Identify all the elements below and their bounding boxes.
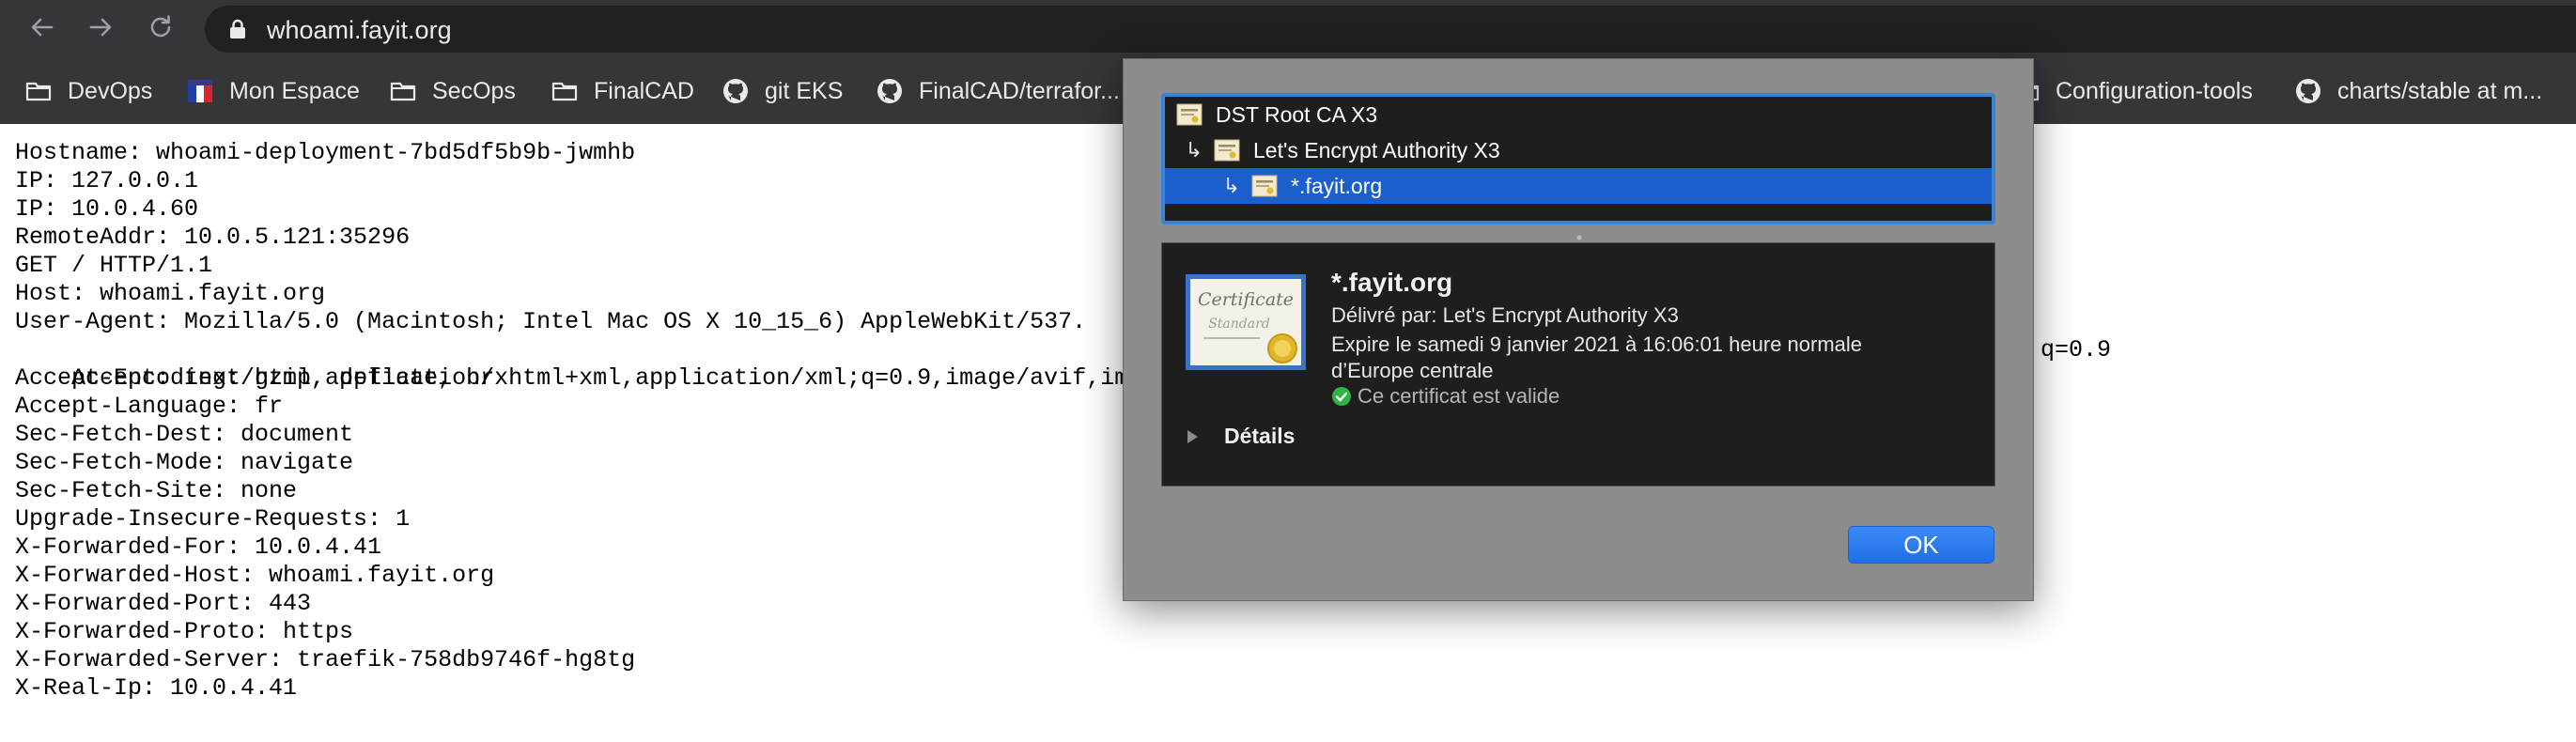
bookmark-finalcad[interactable]: FinalCAD <box>551 72 694 110</box>
disclosure-triangle-icon <box>1183 427 1202 446</box>
github-icon <box>876 77 904 105</box>
bookmark-git-eks[interactable]: git EKS <box>722 72 843 110</box>
certificate-dialog: DST Root CA X3 ↳ Let's Encrypt Authority… <box>1123 58 2034 601</box>
certificate-icon <box>1251 175 1278 197</box>
github-icon <box>2294 77 2322 105</box>
back-button[interactable] <box>21 8 64 51</box>
bookmark-charts-stable[interactable]: charts/stable at m... <box>2294 72 2542 110</box>
certificate-chain: DST Root CA X3 ↳ Let's Encrypt Authority… <box>1161 93 1995 224</box>
accept-line-tail: q=0.9 <box>2041 336 2112 363</box>
chain-item-root[interactable]: DST Root CA X3 <box>1165 97 1992 132</box>
certificate-icon <box>1176 103 1203 126</box>
browser-toolbar: whoami.fayit.org <box>0 0 2576 58</box>
chain-item-intermediate[interactable]: ↳ Let's Encrypt Authority X3 <box>1165 132 1992 168</box>
certificate-icon <box>1214 139 1240 162</box>
check-circle-icon <box>1331 386 1352 407</box>
header-line: X-Real-Ip: 10.0.4.41 <box>15 674 298 702</box>
address-bar[interactable]: whoami.fayit.org <box>205 6 2576 53</box>
bookmark-mon-espace[interactable]: Mon Espace <box>186 72 360 110</box>
flag-icon <box>186 77 214 105</box>
reload-icon <box>147 13 175 46</box>
svg-text:Certificate: Certificate <box>1198 289 1294 310</box>
details-disclosure[interactable]: Détails <box>1183 424 1295 449</box>
ok-button[interactable]: OK <box>1848 526 1994 564</box>
chain-item-leaf[interactable]: ↳ *.fayit.org <box>1165 168 1992 204</box>
bookmark-configuration-tools[interactable]: Configuration-tools <box>2012 72 2253 110</box>
folder-icon <box>389 77 417 105</box>
svg-text:Standard: Standard <box>1208 317 1270 332</box>
bookmark-finalcad-terraform[interactable]: FinalCAD/terrafor... <box>876 72 1120 110</box>
url-text: whoami.fayit.org <box>267 16 452 44</box>
github-icon <box>722 77 750 105</box>
bookmark-secops[interactable]: SecOps <box>389 72 516 110</box>
splitter-handle[interactable] <box>1575 228 1584 240</box>
folder-icon <box>24 77 53 105</box>
certificate-expiry: Expire le samedi 9 janvier 2021 à 16:06:… <box>1331 332 1863 382</box>
certificate-standard-icon: Certificate Standard <box>1185 273 1307 371</box>
accept-line-start: Accept: text/html,application/xhtml+xml,… <box>71 364 1143 392</box>
certificate-issuer: Délivré par: Let's Encrypt Authority X3 <box>1331 303 1679 327</box>
folder-icon <box>551 77 579 105</box>
certificate-name: *.fayit.org <box>1331 268 1453 297</box>
certificate-details: Certificate Standard *.fayit.org Délivré… <box>1161 242 1995 487</box>
back-icon <box>28 13 56 46</box>
bookmark-devops[interactable]: DevOps <box>24 72 152 110</box>
lock-icon[interactable] <box>227 19 248 39</box>
header-line: X-Forwarded-Server: traefik-758db9746f-h… <box>15 646 636 673</box>
forward-icon <box>86 13 115 46</box>
reload-button[interactable] <box>139 8 182 51</box>
forward-button[interactable] <box>79 8 122 51</box>
certificate-status: Ce certificat est valide <box>1331 384 1560 409</box>
header-line: X-Forwarded-Proto: https <box>15 618 354 645</box>
